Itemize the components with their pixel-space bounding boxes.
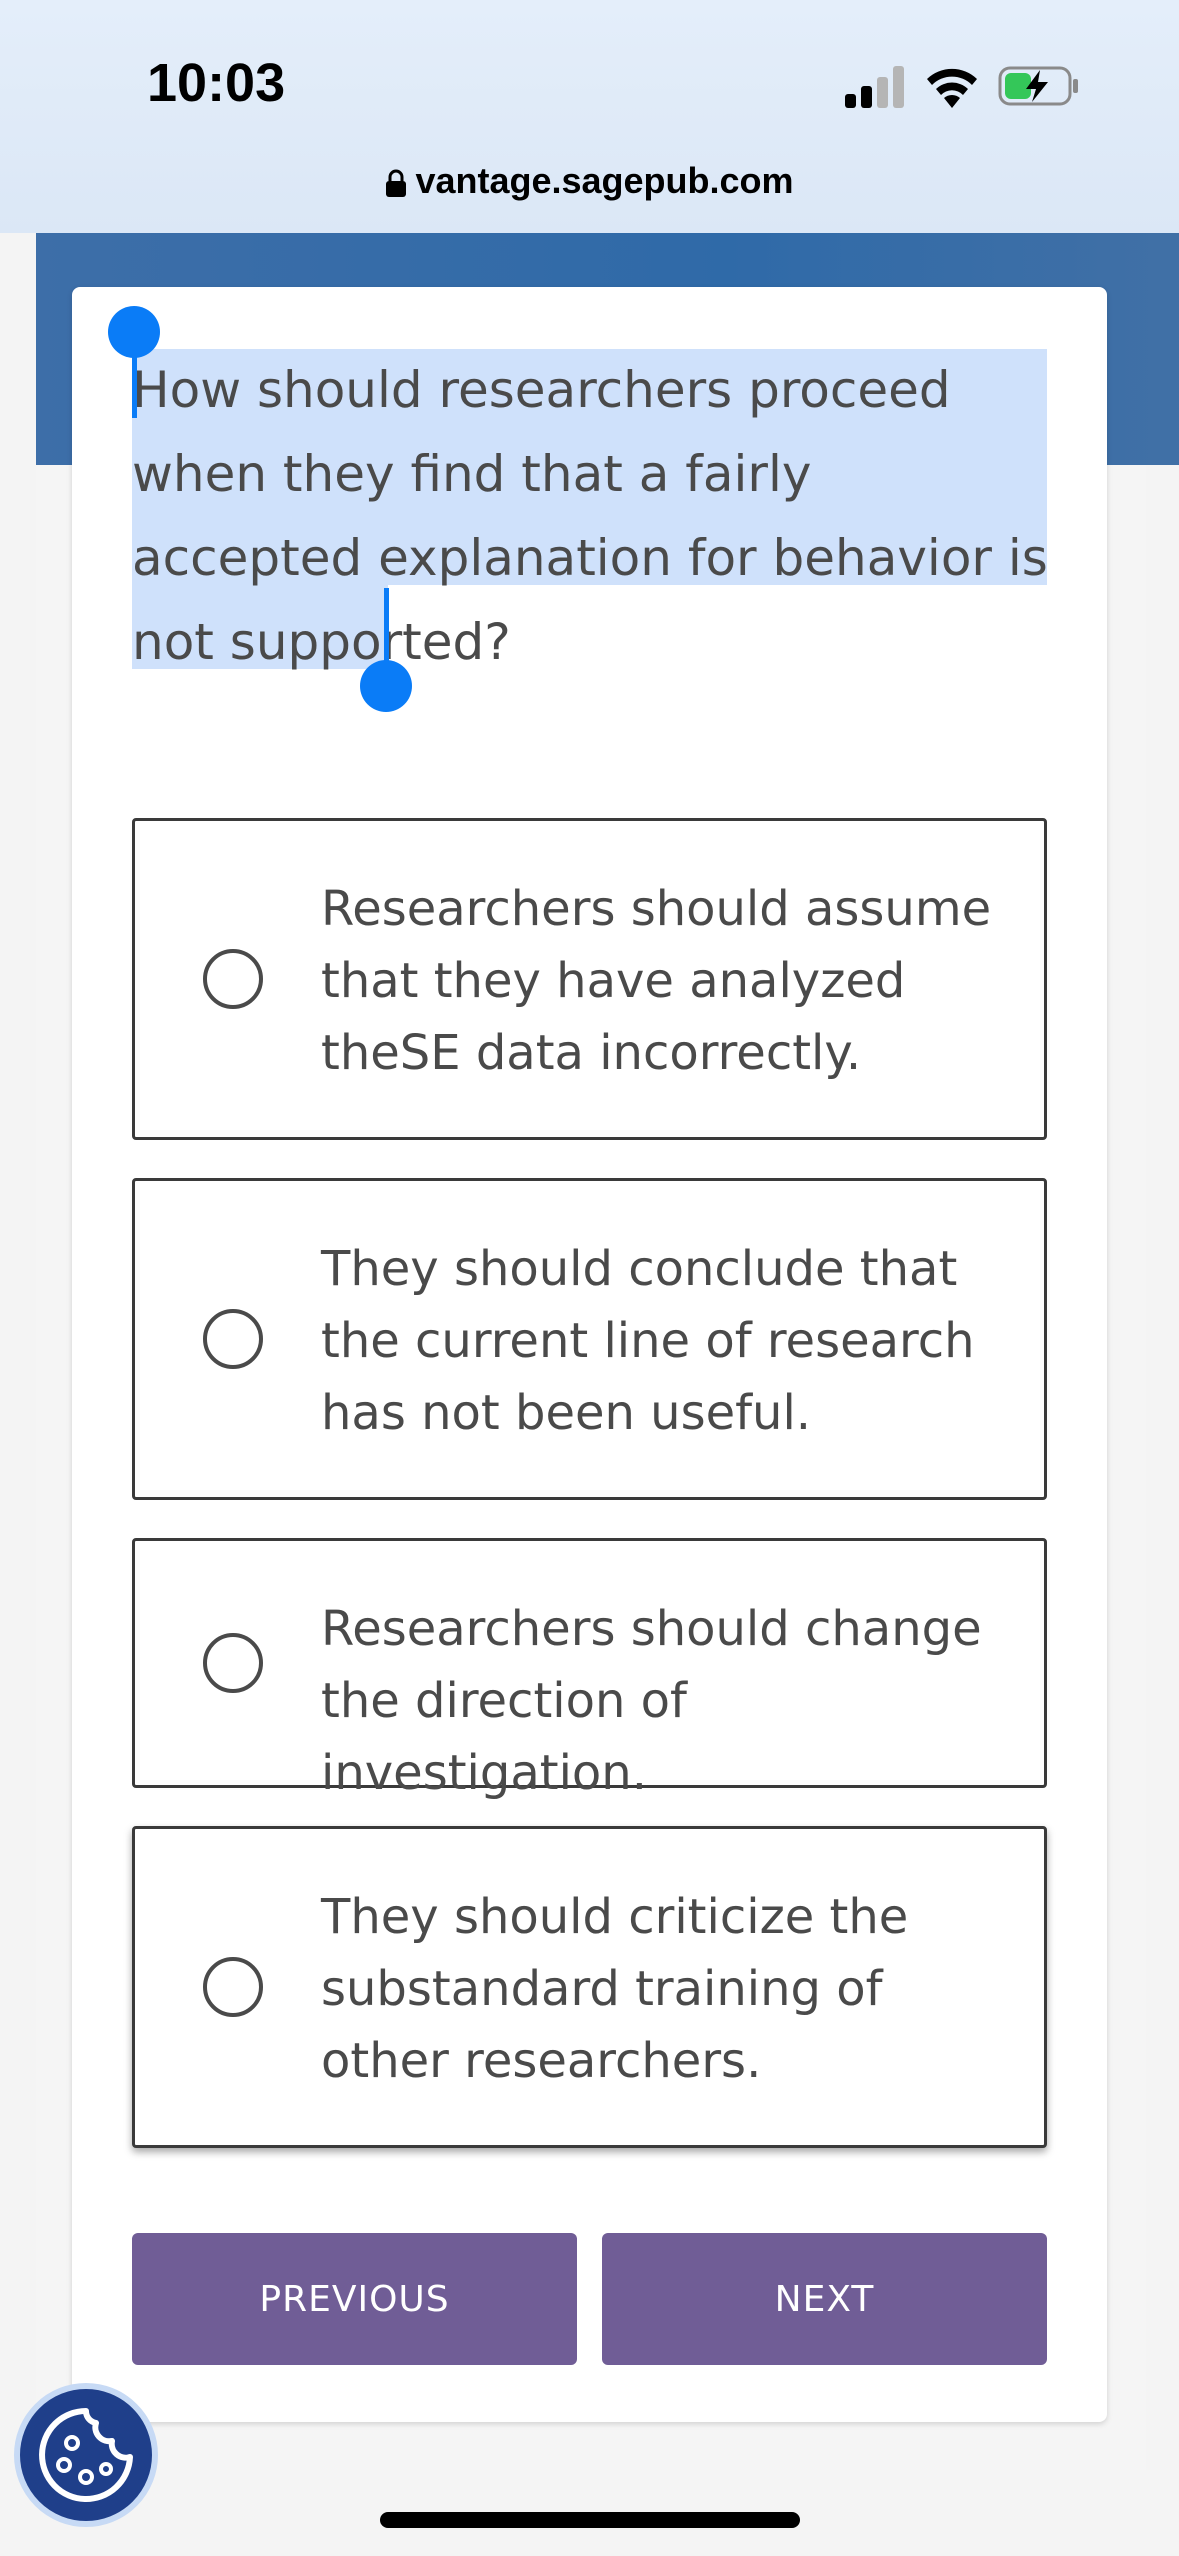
radio-button[interactable] bbox=[203, 1633, 263, 1693]
answer-option-text: Researchers should assume that they have… bbox=[321, 881, 992, 1081]
url-text: vantage.sagepub.com bbox=[415, 160, 794, 201]
home-indicator bbox=[380, 2512, 800, 2528]
cookie-settings-button[interactable] bbox=[14, 2383, 158, 2527]
status-time: 10:03 bbox=[147, 53, 286, 113]
answer-option-2[interactable]: They should conclude that the current li… bbox=[132, 1178, 1047, 1500]
selection-end-handle[interactable] bbox=[360, 660, 412, 712]
radio-button[interactable] bbox=[203, 1957, 263, 2017]
selection-end-caret bbox=[384, 588, 389, 666]
answer-option-text: Researchers should change the direction … bbox=[321, 1601, 982, 1801]
lock-icon bbox=[386, 169, 407, 197]
answer-option-3[interactable]: Researchers should change the direction … bbox=[132, 1538, 1047, 1801]
radio-button[interactable] bbox=[203, 949, 263, 1009]
previous-button[interactable]: PREVIOUS bbox=[132, 2233, 577, 2365]
wifi-icon bbox=[927, 68, 977, 108]
radio-button[interactable] bbox=[203, 1309, 263, 1369]
question-text: How should researchers proceed when they… bbox=[132, 361, 1048, 671]
answer-option-text: They should criticize the substandard tr… bbox=[321, 1889, 909, 2089]
cookie-icon bbox=[39, 2408, 133, 2502]
next-button[interactable]: NEXT bbox=[602, 2233, 1047, 2365]
battery-charging-icon bbox=[998, 66, 1078, 106]
answer-option-text: They should conclude that the current li… bbox=[321, 1241, 975, 1441]
answer-option-4[interactable]: They should criticize the substandard tr… bbox=[132, 1826, 1047, 2148]
status-bar: 10:03 vantage.sagepub.com bbox=[0, 0, 1179, 233]
selection-start-handle[interactable] bbox=[108, 306, 160, 358]
selection-start-caret bbox=[132, 352, 137, 418]
cellular-signal-icon bbox=[845, 66, 904, 108]
answer-option-1[interactable]: Researchers should assume that they have… bbox=[132, 818, 1047, 1140]
address-bar[interactable]: vantage.sagepub.com bbox=[0, 160, 1179, 202]
